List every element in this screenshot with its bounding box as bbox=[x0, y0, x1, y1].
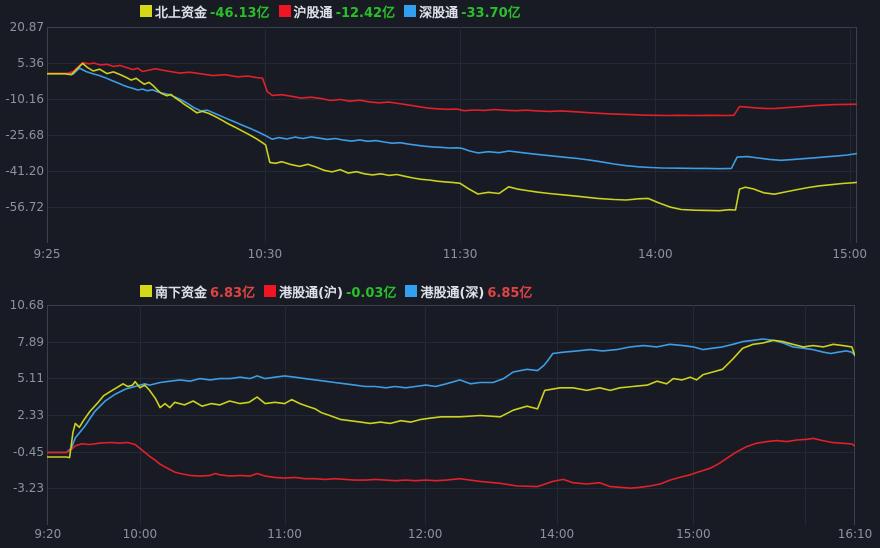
southbound-legend: 南下资金6.83亿港股通(沪)-0.03亿港股通(深)6.85亿 bbox=[140, 283, 532, 299]
x-tick-label: 15:00 bbox=[676, 527, 711, 541]
series-name: 南下资金 bbox=[155, 282, 207, 301]
legend-item: 南下资金6.83亿 bbox=[140, 282, 255, 301]
x-tick-label: 9:20 bbox=[34, 527, 61, 541]
chart-canvas[interactable] bbox=[47, 27, 857, 243]
series-value: 6.83亿 bbox=[210, 282, 255, 301]
series-swatch-icon bbox=[405, 285, 417, 297]
series-line bbox=[47, 63, 857, 210]
chart-canvas[interactable] bbox=[47, 305, 855, 525]
y-tick-label: 20.87 bbox=[0, 20, 44, 34]
x-tick-label: 15:00 bbox=[832, 247, 867, 261]
series-line bbox=[47, 438, 855, 488]
x-tick-label: 11:00 bbox=[267, 527, 302, 541]
y-tick-label: -25.68 bbox=[0, 128, 44, 142]
x-tick-label: 12:00 bbox=[408, 527, 443, 541]
series-name: 北上资金 bbox=[155, 2, 207, 21]
series-swatch-icon bbox=[279, 5, 291, 17]
y-tick-label: -41.20 bbox=[0, 164, 44, 178]
y-tick-label: 5.36 bbox=[0, 56, 44, 70]
series-name: 深股通 bbox=[419, 2, 458, 21]
x-tick-label: 14:00 bbox=[540, 527, 575, 541]
series-name: 港股通(沪) bbox=[279, 282, 343, 301]
series-value: -12.42亿 bbox=[336, 2, 396, 21]
y-tick-label: 10.68 bbox=[0, 298, 44, 312]
series-name: 港股通(深) bbox=[420, 282, 484, 301]
southbound-plot-area[interactable] bbox=[47, 305, 855, 525]
series-name: 沪股通 bbox=[294, 2, 333, 21]
series-line bbox=[47, 63, 857, 116]
x-tick-label: 9:25 bbox=[34, 247, 61, 261]
x-tick-label: 16:10 bbox=[838, 527, 873, 541]
legend-item: 港股通(深)6.85亿 bbox=[405, 282, 532, 301]
series-line bbox=[47, 340, 855, 457]
series-value: -46.13亿 bbox=[210, 2, 270, 21]
series-swatch-icon bbox=[140, 285, 152, 297]
series-value: -33.70亿 bbox=[461, 2, 521, 21]
legend-item: 沪股通-12.42亿 bbox=[279, 2, 396, 21]
capital-flow-panel: 北上资金-46.13亿沪股通-12.42亿深股通-33.70亿 20.875.3… bbox=[0, 0, 880, 548]
legend-item: 深股通-33.70亿 bbox=[404, 2, 521, 21]
legend-item: 北上资金-46.13亿 bbox=[140, 2, 270, 21]
series-value: 6.85亿 bbox=[487, 282, 532, 301]
y-tick-label: 5.11 bbox=[0, 371, 44, 385]
y-tick-label: 2.33 bbox=[0, 408, 44, 422]
x-tick-label: 10:30 bbox=[248, 247, 283, 261]
x-tick-label: 11:30 bbox=[443, 247, 478, 261]
series-swatch-icon bbox=[140, 5, 152, 17]
y-tick-label: -56.72 bbox=[0, 200, 44, 214]
y-tick-label: -0.45 bbox=[0, 445, 44, 459]
series-value: -0.03亿 bbox=[346, 282, 396, 301]
northbound-plot-area[interactable] bbox=[47, 27, 857, 243]
legend-item: 港股通(沪)-0.03亿 bbox=[264, 282, 396, 301]
northbound-legend: 北上资金-46.13亿沪股通-12.42亿深股通-33.70亿 bbox=[140, 3, 521, 19]
x-tick-label: 10:00 bbox=[123, 527, 158, 541]
y-tick-label: -10.16 bbox=[0, 92, 44, 106]
y-tick-label: -3.23 bbox=[0, 481, 44, 495]
series-line bbox=[47, 68, 857, 169]
series-swatch-icon bbox=[404, 5, 416, 17]
series-swatch-icon bbox=[264, 285, 276, 297]
x-tick-label: 14:00 bbox=[638, 247, 673, 261]
y-tick-label: 7.89 bbox=[0, 335, 44, 349]
series-line bbox=[47, 339, 855, 452]
